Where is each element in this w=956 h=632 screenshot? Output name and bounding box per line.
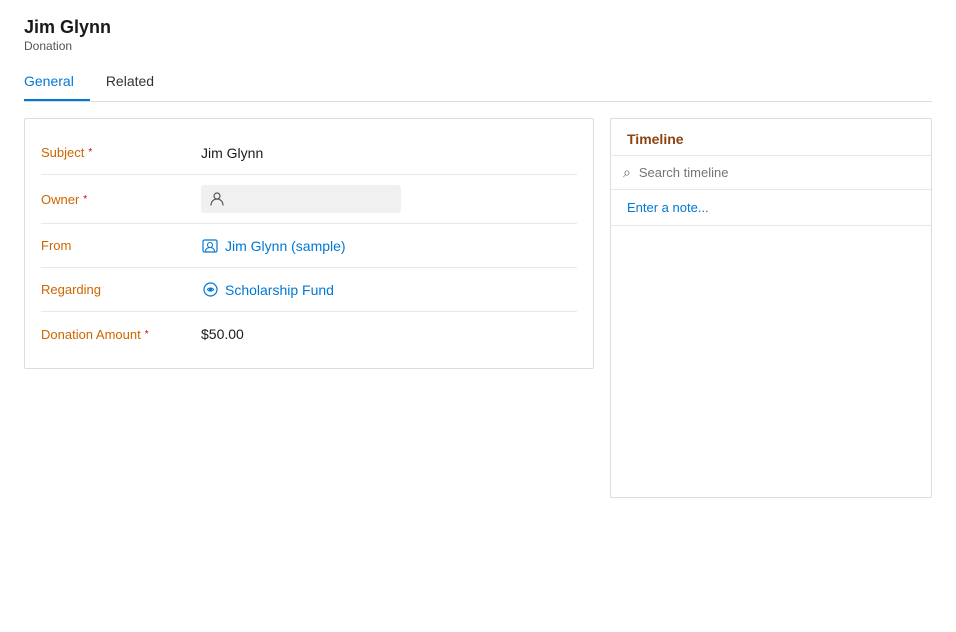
label-subject: Subject *: [41, 145, 201, 160]
field-row-regarding: Regarding Scholarship Fund: [41, 268, 577, 312]
timeline-title: Timeline: [611, 119, 931, 156]
page-container: Jim Glynn Donation General Related Subje…: [0, 0, 956, 514]
field-row-from: From Jim Glynn (sample): [41, 224, 577, 268]
timeline-note-entry[interactable]: Enter a note...: [611, 190, 931, 226]
label-donation-amount: Donation Amount *: [41, 327, 201, 342]
record-title: Jim Glynn: [24, 16, 932, 39]
tabs-bar: General Related: [24, 65, 932, 102]
value-from[interactable]: Jim Glynn (sample): [201, 237, 577, 255]
form-card: Subject * Jim Glynn Owner *: [24, 118, 594, 369]
record-type: Donation: [24, 39, 932, 53]
timeline-panel: Timeline ⌕ Enter a note...: [610, 118, 932, 498]
label-regarding: Regarding: [41, 282, 201, 297]
search-icon: ⌕: [623, 164, 631, 181]
label-from: From: [41, 238, 201, 253]
main-layout: Subject * Jim Glynn Owner *: [24, 118, 932, 498]
value-regarding[interactable]: Scholarship Fund: [201, 281, 577, 299]
required-star-subject: *: [88, 147, 92, 158]
required-star-donation: *: [145, 329, 149, 340]
fund-icon: [201, 281, 219, 299]
value-owner[interactable]: [201, 185, 577, 213]
timeline-search-input[interactable]: [639, 165, 919, 180]
field-row-subject: Subject * Jim Glynn: [41, 131, 577, 175]
field-row-donation-amount: Donation Amount * $50.00: [41, 312, 577, 356]
tab-general[interactable]: General: [24, 65, 90, 101]
label-owner: Owner *: [41, 192, 201, 207]
person-icon: [209, 191, 225, 207]
field-row-owner: Owner *: [41, 175, 577, 224]
owner-input-field[interactable]: [201, 185, 401, 213]
required-star-owner: *: [83, 194, 87, 205]
contact-icon: [201, 237, 219, 255]
timeline-search-bar[interactable]: ⌕: [611, 156, 931, 190]
value-subject[interactable]: Jim Glynn: [201, 145, 577, 161]
tab-related[interactable]: Related: [106, 65, 170, 101]
value-donation-amount[interactable]: $50.00: [201, 326, 577, 342]
